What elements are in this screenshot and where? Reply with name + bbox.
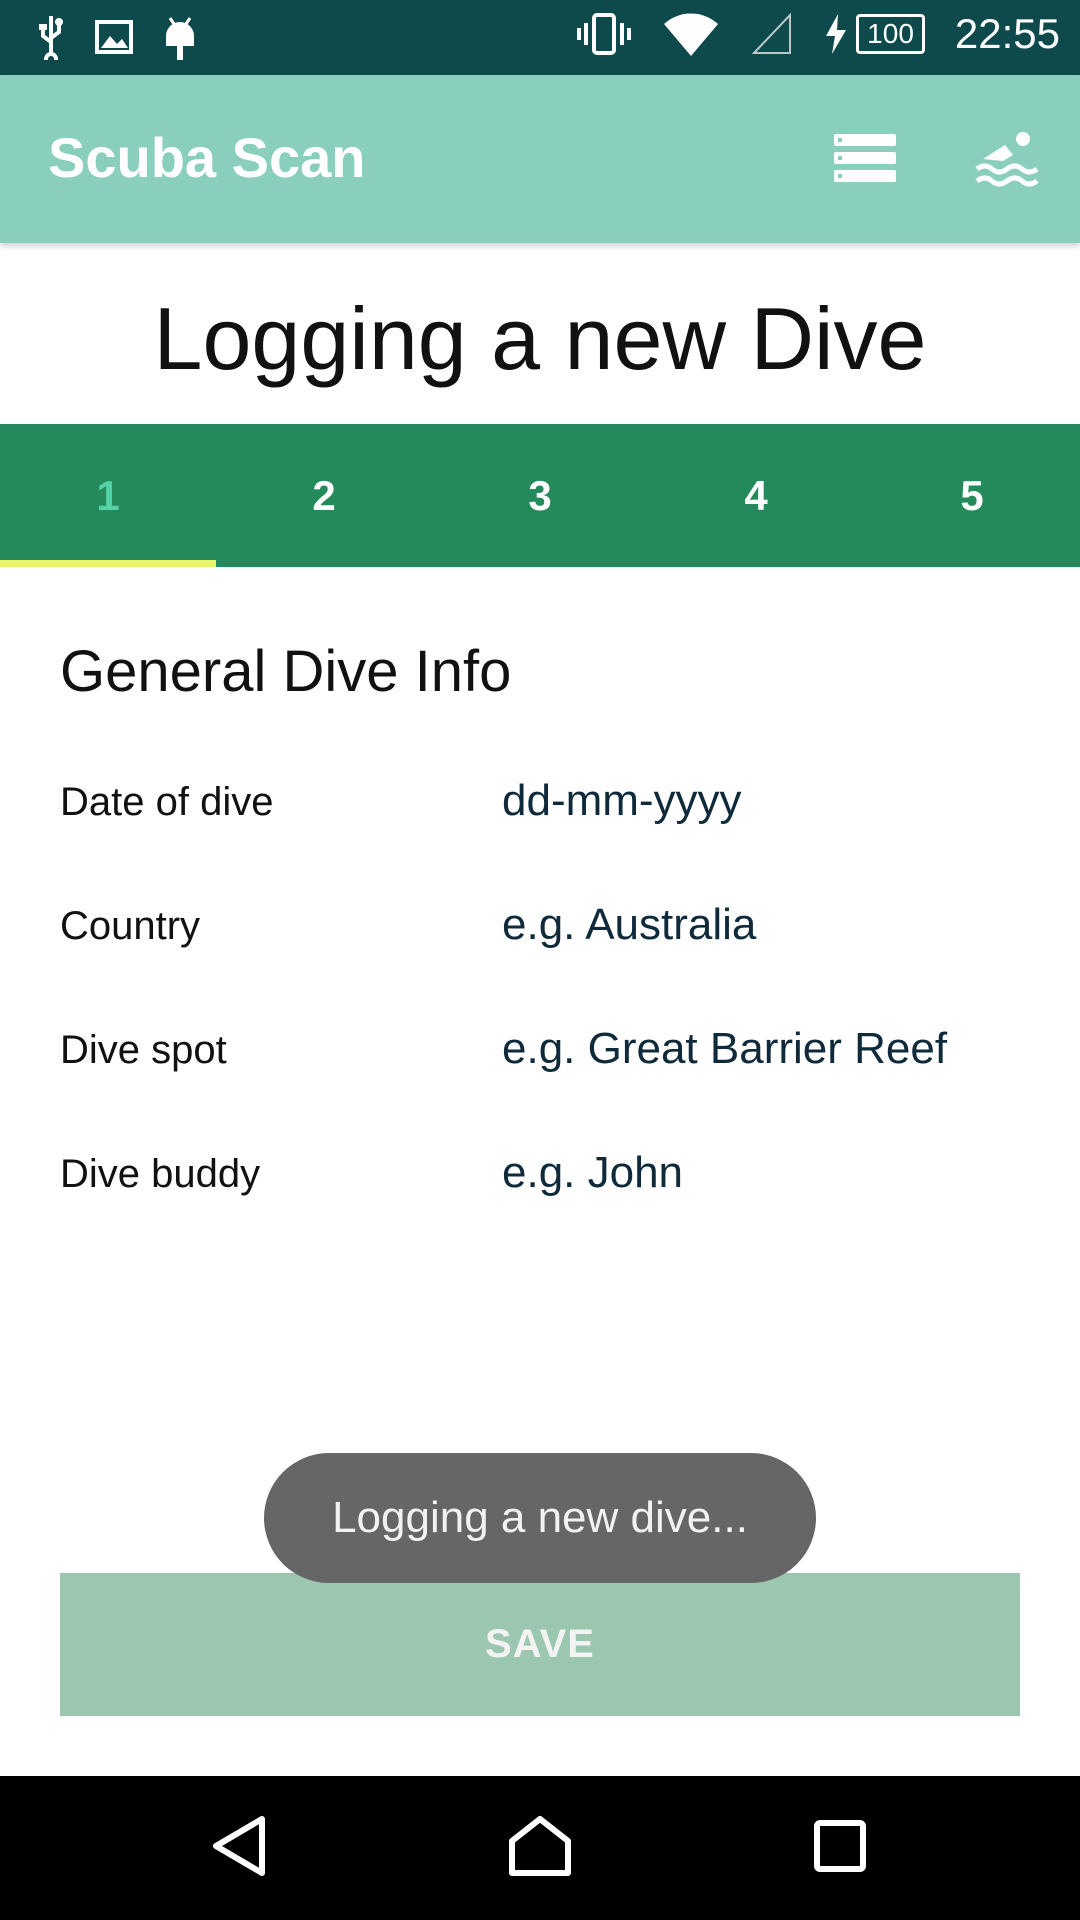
date-label: Date of dive xyxy=(60,780,274,824)
app-title: Scuba Scan xyxy=(48,126,366,189)
country-input[interactable]: e.g. Australia xyxy=(502,900,756,950)
list-button[interactable] xyxy=(830,125,900,195)
wifi-icon xyxy=(662,10,720,58)
tab-1[interactable]: 1 xyxy=(0,424,216,567)
home-icon xyxy=(508,1815,572,1882)
home-button[interactable] xyxy=(504,1812,576,1884)
battery-level: 100 xyxy=(867,18,914,49)
date-row: Date of dive dd-mm-yyyy xyxy=(60,762,1020,842)
app-bar: Scuba Scan xyxy=(0,75,1080,243)
recents-button[interactable] xyxy=(804,1812,876,1884)
section-title: General Dive Info xyxy=(60,639,512,704)
dive-buddy-input[interactable]: e.g. John xyxy=(502,1148,683,1198)
back-icon xyxy=(210,1815,270,1882)
back-button[interactable] xyxy=(204,1812,276,1884)
page-title: Logging a new Dive xyxy=(153,289,927,388)
swimmer-button[interactable] xyxy=(972,125,1042,195)
usb-icon xyxy=(34,14,68,64)
save-button[interactable]: SAVE xyxy=(60,1573,1020,1716)
country-label: Country xyxy=(60,904,201,948)
battery-icon: 100 xyxy=(856,14,925,54)
dive-spot-label: Dive spot xyxy=(60,1028,227,1072)
recents-icon xyxy=(813,1819,867,1878)
tab-2[interactable]: 2 xyxy=(216,424,432,567)
image-icon xyxy=(94,14,134,64)
android-icon xyxy=(160,14,200,64)
navigation-bar xyxy=(0,1776,1080,1920)
dive-spot-input[interactable]: e.g. Great Barrier Reef xyxy=(502,1024,947,1074)
date-input[interactable]: dd-mm-yyyy xyxy=(502,776,742,826)
charging-icon xyxy=(824,12,848,56)
status-bar: 100 22:55 xyxy=(0,0,1080,75)
step-tabs: 1 2 3 4 5 xyxy=(0,424,1080,567)
vibrate-icon xyxy=(576,11,632,57)
dive-buddy-row: Dive buddy e.g. John xyxy=(60,1134,1020,1214)
tab-5[interactable]: 5 xyxy=(864,424,1080,567)
dive-buddy-label: Dive buddy xyxy=(60,1152,261,1196)
toast-message: Logging a new dive... xyxy=(264,1453,816,1583)
battery-indicator: 100 xyxy=(824,12,925,56)
signal-icon xyxy=(750,11,794,57)
country-row: Country e.g. Australia xyxy=(60,886,1020,966)
swimmer-icon xyxy=(975,129,1039,192)
clock: 22:55 xyxy=(954,10,1060,57)
dive-spot-row: Dive spot e.g. Great Barrier Reef xyxy=(60,1010,1020,1090)
list-icon xyxy=(834,132,896,189)
tab-4[interactable]: 4 xyxy=(648,424,864,567)
tab-3[interactable]: 3 xyxy=(432,424,648,567)
